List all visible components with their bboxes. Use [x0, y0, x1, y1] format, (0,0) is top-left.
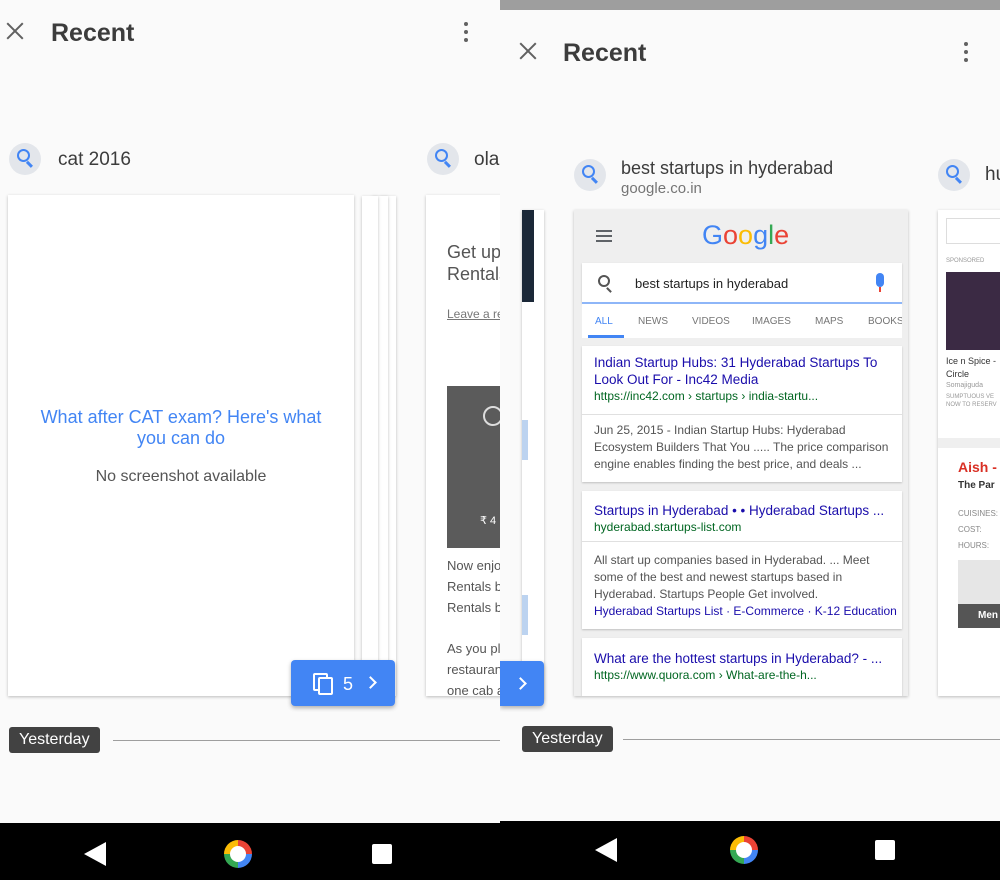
tab-card-google[interactable]: Google best startups in hyderabad ALL NE… — [574, 210, 908, 696]
card-heading: What after CAT exam? Here's what you can… — [40, 407, 322, 448]
nav-bar — [500, 821, 1000, 880]
back-icon[interactable] — [595, 838, 617, 862]
chevron-right-icon — [514, 677, 527, 690]
tab-count-button[interactable] — [500, 661, 544, 706]
tab-news[interactable]: NEWS — [638, 316, 668, 327]
yesterday-label: Yesterday — [522, 726, 613, 752]
search-icon — [938, 159, 970, 191]
close-icon[interactable] — [516, 39, 540, 63]
result-snippet: All start up companies based in Hyderaba… — [594, 553, 870, 601]
restaurant-image — [946, 272, 1000, 350]
search-icon — [598, 275, 610, 287]
tab-images[interactable]: IMAGES — [752, 316, 791, 327]
back-icon[interactable] — [84, 842, 106, 866]
query-cat-2016[interactable]: cat 2016 — [58, 149, 131, 171]
home-icon[interactable] — [224, 840, 252, 868]
close-icon[interactable] — [3, 19, 27, 43]
result-snippet: Jun 25, 2015 - Indian Startup Hubs: Hyde… — [594, 423, 889, 471]
search-result[interactable]: Startups in Hyderabad • • Hyderabad Star… — [582, 491, 902, 629]
tab-count: 5 — [343, 674, 354, 694]
search-icon — [9, 143, 41, 175]
tab-all[interactable]: ALL — [595, 316, 613, 327]
yesterday-label: Yesterday — [9, 727, 100, 753]
tab-videos[interactable]: VIDEOS — [692, 316, 730, 327]
result-url: https://www.quora.com › What-are-the-h..… — [594, 668, 817, 682]
stacked-card — [362, 196, 378, 696]
home-icon[interactable] — [730, 836, 758, 864]
search-result[interactable]: Indian Startup Hubs: 31 Hyderabad Startu… — [582, 346, 902, 482]
right-screen: Recent best startups in hyderabad google… — [500, 0, 1000, 880]
query-ola[interactable]: ola — [474, 149, 499, 171]
nav-bar — [0, 823, 500, 880]
search-result[interactable]: What are the hottest startups in Hyderab… — [582, 638, 902, 696]
search-icon — [574, 159, 606, 191]
overview-icon[interactable] — [372, 844, 392, 864]
clock-icon — [483, 406, 500, 426]
search-input[interactable]: best startups in hyderabad — [635, 276, 788, 291]
no-screenshot-text: No screenshot available — [95, 468, 267, 485]
menu-image: Men — [958, 560, 1000, 628]
google-logo: Google — [702, 220, 790, 250]
tab-books[interactable]: BOOKS — [868, 316, 902, 327]
tab-card-cat[interactable]: What after CAT exam? Here's what you can… — [8, 195, 354, 696]
more-options-icon[interactable] — [961, 42, 971, 64]
left-screen: Recent cat 2016 ola What after CAT exam?… — [0, 0, 500, 880]
result-title[interactable]: Startups in Hyderabad • • Hyderabad Star… — [594, 502, 890, 519]
result-url: hyderabad.startups-list.com — [594, 520, 742, 534]
result-title[interactable]: Indian Startup Hubs: 31 Hyderabad Startu… — [594, 354, 890, 388]
app-bar: Recent — [0, 6, 500, 62]
app-bar: Recent — [500, 26, 1000, 82]
menu-icon[interactable] — [596, 230, 612, 232]
tab-card-ola[interactable]: Get up Rentals Leave a re ₹ 4 Now enjo R… — [426, 195, 500, 696]
search-tabs: ALL NEWS VIDEOS IMAGES MAPS BOOKS — [582, 302, 902, 338]
status-bar — [500, 0, 1000, 10]
overview-icon[interactable] — [875, 840, 895, 860]
more-options-icon[interactable] — [461, 22, 471, 44]
result-sublinks: Hyderabad Startups List · E-Commerce · K… — [594, 604, 897, 618]
sublink-startups-list[interactable]: Hyderabad Startups List — [594, 604, 723, 618]
tab-card-previous[interactable] — [522, 210, 544, 700]
page-title: Recent — [51, 19, 135, 47]
search-box[interactable]: best startups in hyderabad — [582, 263, 902, 303]
result-title[interactable]: What are the hottest startups in Hyderab… — [594, 650, 890, 667]
mic-icon[interactable] — [876, 273, 884, 287]
query-best-startups[interactable]: best startups in hyderabad — [621, 158, 833, 179]
query-domain: google.co.in — [621, 180, 702, 197]
query-hu[interactable]: hu — [985, 164, 1000, 186]
promo-image: ₹ 4 — [447, 386, 500, 548]
divider — [113, 740, 500, 741]
divider — [623, 739, 1000, 740]
sublink-k12[interactable]: K-12 Education — [815, 604, 897, 618]
tab-card-next[interactable]: SPONSORED Ice n Spice - Circle Somajigud… — [938, 210, 1000, 696]
result-url: https://inc42.com › startups › india-sta… — [594, 389, 819, 403]
search-icon — [427, 143, 459, 175]
tab-count-button[interactable]: 5 — [291, 660, 395, 706]
chevron-right-icon — [364, 676, 377, 689]
tab-maps[interactable]: MAPS — [815, 316, 843, 327]
page-title: Recent — [563, 39, 647, 67]
sublink-ecommerce[interactable]: E-Commerce — [733, 604, 804, 618]
